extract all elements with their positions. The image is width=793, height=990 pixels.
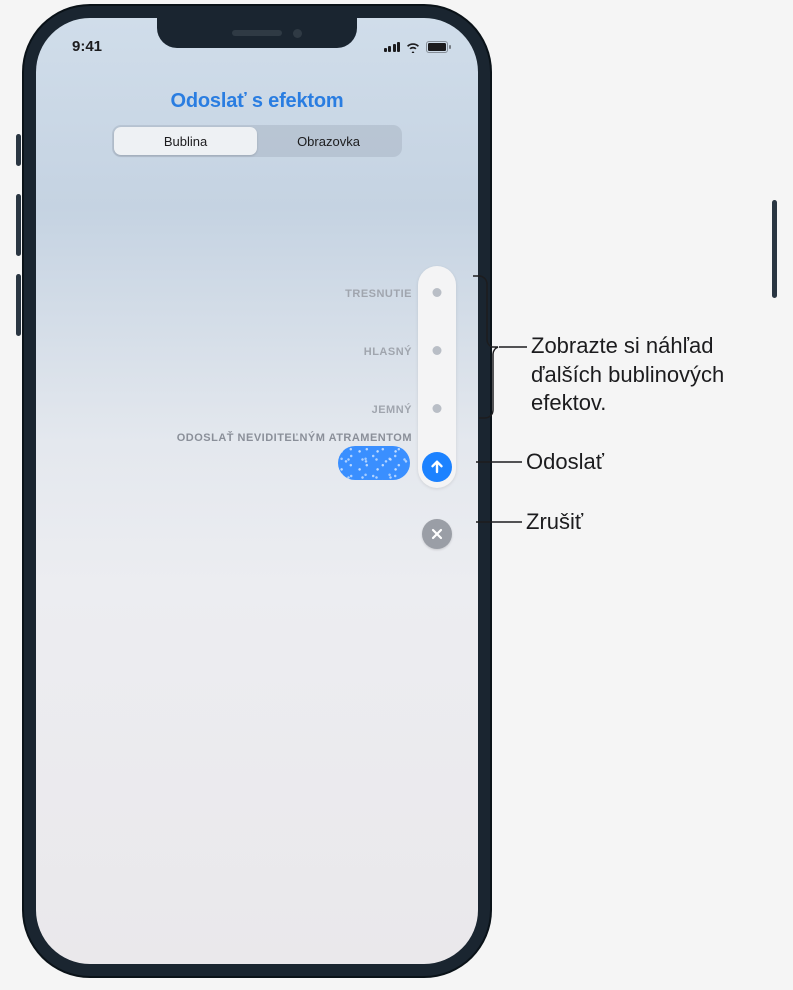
tab-bubble[interactable]: Bublina xyxy=(114,127,257,155)
phone-frame: 9:41 Odo xyxy=(24,6,490,976)
cancel-button[interactable] xyxy=(422,519,452,549)
callout-preview-text: Zobrazte si náhľad ďalších bublinových e… xyxy=(531,332,781,418)
phone-screen: 9:41 Odo xyxy=(36,18,478,964)
effects-pill[interactable]: TRESNUTIE HLASNÝ JEMNÝ ODOSLAŤ NEVIDITEĽ… xyxy=(418,266,456,488)
effect-label-invisible-ink: ODOSLAŤ NEVIDITEĽNÝM ATRAMENTOM xyxy=(177,432,412,444)
invisible-ink-noise xyxy=(338,446,410,480)
effect-type-tabs[interactable]: Bublina Obrazovka xyxy=(112,125,402,157)
status-icons xyxy=(384,41,453,53)
message-bubble-invisible-ink xyxy=(338,446,410,480)
callout-send-text: Odoslať xyxy=(526,448,604,477)
status-time: 9:41 xyxy=(72,38,102,55)
phone-notch xyxy=(157,18,357,48)
effect-row-slam[interactable]: TRESNUTIE xyxy=(345,282,412,306)
effect-dot-gentle[interactable] xyxy=(433,404,442,413)
phone-side-buttons xyxy=(16,134,21,354)
effect-row-gentle[interactable]: JEMNÝ xyxy=(372,398,412,422)
header: Odoslať s efektom Bublina Obrazovka xyxy=(36,62,478,157)
close-icon xyxy=(430,527,444,541)
callout-send: Odoslať xyxy=(476,448,604,477)
battery-icon xyxy=(426,41,452,53)
effect-dot-slam[interactable] xyxy=(433,288,442,297)
callout-cancel-text: Zrušiť xyxy=(526,508,583,537)
callout-preview: Zobrazte si náhľad ďalších bublinových e… xyxy=(471,268,781,438)
cellular-signal-icon xyxy=(384,42,401,52)
effect-row-loud[interactable]: HLASNÝ xyxy=(364,340,412,364)
wifi-icon xyxy=(405,41,421,53)
arrow-up-icon xyxy=(428,458,446,476)
effect-label-gentle: JEMNÝ xyxy=(372,404,412,416)
tab-screen[interactable]: Obrazovka xyxy=(257,127,400,155)
effects-selector: TRESNUTIE HLASNÝ JEMNÝ ODOSLAŤ NEVIDITEĽ… xyxy=(418,266,456,488)
callout-cancel: Zrušiť xyxy=(476,508,583,537)
effect-label-loud: HLASNÝ xyxy=(364,346,412,358)
effect-dot-loud[interactable] xyxy=(433,346,442,355)
send-button[interactable] xyxy=(422,452,452,482)
page-title: Odoslať s efektom xyxy=(36,90,478,113)
effect-label-slam: TRESNUTIE xyxy=(345,288,412,300)
